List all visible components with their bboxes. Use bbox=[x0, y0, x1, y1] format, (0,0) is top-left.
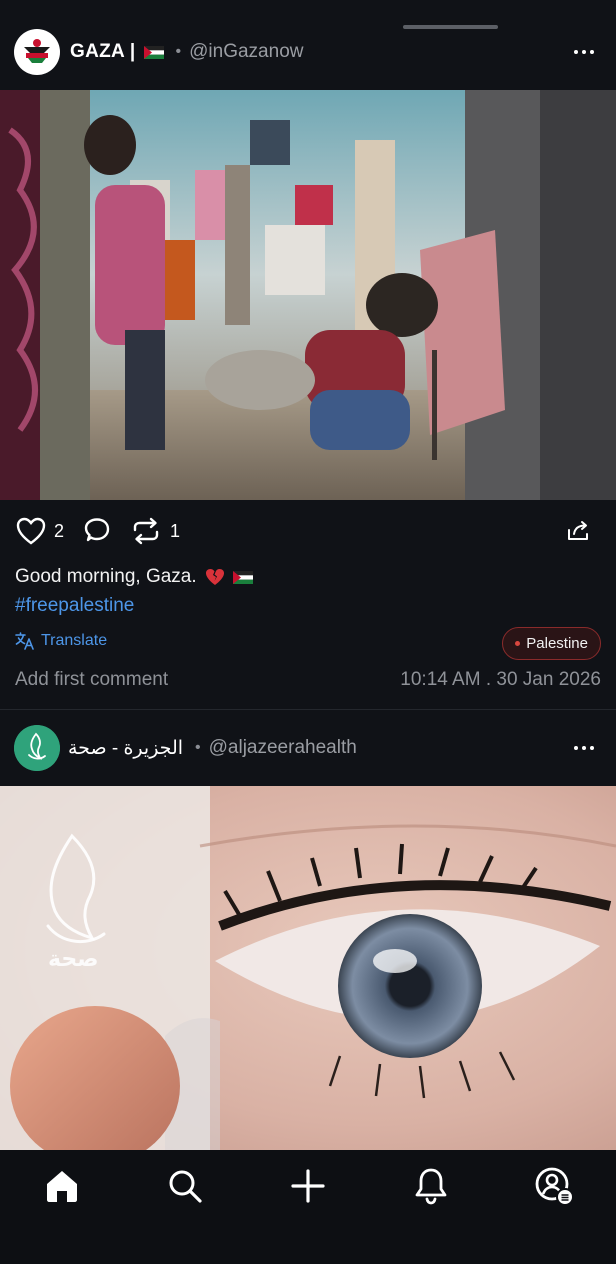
like-count: 2 bbox=[54, 520, 65, 541]
translate-icon bbox=[15, 632, 34, 650]
image-watermark-text: صحة bbox=[48, 946, 99, 971]
nav-compose[interactable] bbox=[278, 1164, 338, 1208]
separator-dot: • bbox=[195, 739, 201, 756]
add-comment-input[interactable]: Add first comment bbox=[15, 669, 168, 691]
user-handle[interactable]: @aljazeerahealth bbox=[209, 737, 357, 759]
topic-chip[interactable]: Palestine bbox=[502, 627, 601, 660]
comment-button[interactable] bbox=[82, 517, 112, 545]
post-divider bbox=[0, 709, 616, 710]
hashtag-link[interactable]: #freepalestine bbox=[15, 595, 134, 617]
like-button[interactable]: 2 bbox=[16, 517, 64, 545]
share-button[interactable] bbox=[566, 519, 592, 548]
more-icon bbox=[574, 50, 578, 54]
caption-text: Good morning, Gaza. bbox=[15, 566, 197, 587]
search-icon bbox=[169, 1170, 202, 1203]
post-caption: Good morning, Gaza. bbox=[15, 566, 253, 588]
nav-profile[interactable] bbox=[524, 1164, 584, 1208]
palestine-flag-icon bbox=[232, 570, 253, 584]
compose-icon bbox=[291, 1169, 325, 1203]
heart-icon bbox=[16, 517, 46, 545]
display-name[interactable]: الجزيرة - صحة bbox=[68, 737, 183, 760]
avatar[interactable] bbox=[14, 725, 60, 771]
broken-heart-icon bbox=[205, 569, 224, 585]
palestine-flag-icon bbox=[143, 45, 164, 59]
avatar[interactable] bbox=[14, 29, 60, 75]
repost-icon bbox=[133, 517, 159, 545]
nav-notifications[interactable] bbox=[401, 1164, 461, 1208]
post-image[interactable] bbox=[0, 90, 616, 500]
user-handle[interactable]: @inGazanow bbox=[189, 41, 303, 63]
post-actions: 2 1 bbox=[0, 507, 616, 555]
more-options-button[interactable] bbox=[574, 740, 594, 756]
post-header: الجزيرة - صحة • @aljazeerahealth bbox=[0, 718, 616, 778]
bottom-navigation bbox=[0, 1150, 616, 1264]
post-image[interactable]: صحة bbox=[0, 786, 616, 1150]
more-options-button[interactable] bbox=[574, 44, 594, 60]
repost-count: 1 bbox=[170, 520, 181, 541]
aljazeera-logo-icon bbox=[14, 725, 60, 771]
profile-icon bbox=[535, 1167, 575, 1206]
share-icon bbox=[568, 521, 588, 540]
gaza-avatar-logo-icon bbox=[15, 30, 59, 74]
translate-label: Translate bbox=[41, 632, 108, 649]
more-icon bbox=[574, 746, 578, 750]
repost-button[interactable]: 1 bbox=[130, 517, 180, 545]
post-header: GAZA | • @inGazanow bbox=[0, 22, 616, 82]
separator-dot: • bbox=[175, 43, 182, 60]
home-icon bbox=[46, 1171, 77, 1202]
nav-search[interactable] bbox=[155, 1164, 215, 1208]
topic-dot-icon bbox=[515, 641, 521, 646]
translate-button[interactable]: Translate bbox=[15, 632, 107, 650]
display-name[interactable]: GAZA | bbox=[70, 41, 136, 63]
comment-row: Add first comment 10:14 AM . 30 Jan 2026 bbox=[15, 669, 601, 691]
topic-label: Palestine bbox=[526, 635, 588, 652]
post-timestamp: 10:14 AM . 30 Jan 2026 bbox=[400, 669, 601, 690]
notifications-icon bbox=[415, 1168, 447, 1205]
comment-icon bbox=[84, 518, 110, 542]
refugee-camp-photo bbox=[0, 90, 616, 500]
nav-home[interactable] bbox=[32, 1164, 92, 1208]
